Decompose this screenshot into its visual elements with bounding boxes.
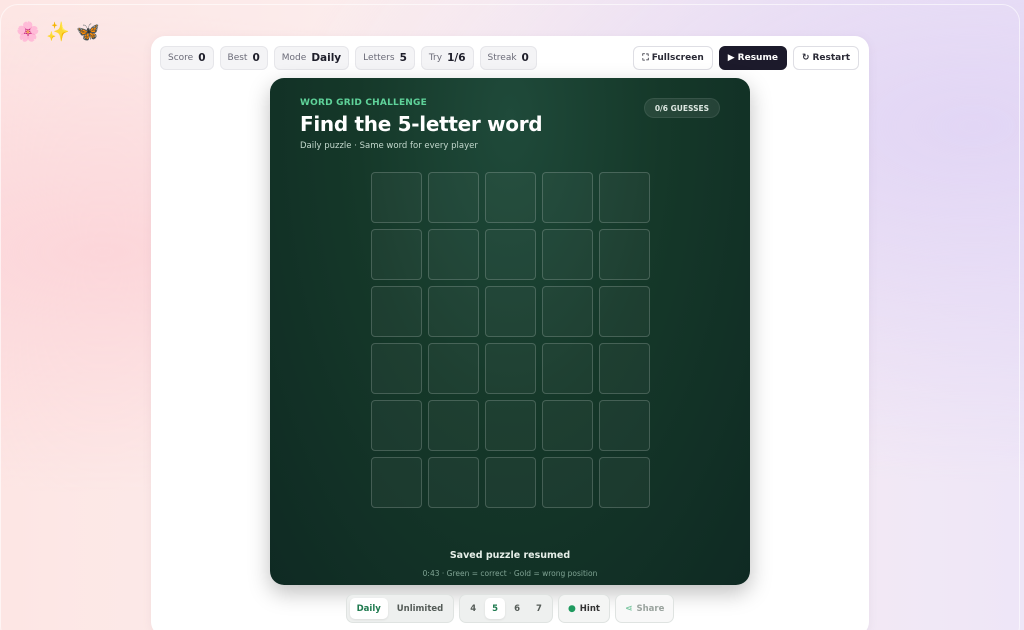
grid-cell (599, 286, 650, 337)
length-6[interactable]: 6 (507, 598, 527, 619)
length-5[interactable]: 5 (485, 598, 506, 619)
grid-cell (485, 457, 536, 508)
game-card: Score 0 Best 0 Mode Daily Letters 5 Try 1/6 S… (151, 36, 869, 630)
top-bar: Score 0 Best 0 Mode Daily Letters 5 Try 1/6 S… (160, 46, 859, 70)
share-icon: ⋖ (624, 603, 633, 614)
bulb-icon: ● (567, 603, 576, 614)
length-4[interactable]: 4 (463, 598, 483, 619)
bottom-controls: Daily Unlimited 4 5 6 7 ● Hint ⋖ Share (151, 594, 869, 623)
grid-cell (428, 172, 479, 223)
grid-cell (371, 343, 422, 394)
letter-grid[interactable] (371, 172, 650, 508)
grid-cell (542, 400, 593, 451)
share-button[interactable]: ⋖ Share (614, 594, 675, 623)
mode-unlimited[interactable]: Unlimited (390, 598, 450, 619)
board-kicker: WORD GRID CHALLENGE (300, 98, 427, 108)
grid-cell (428, 400, 479, 451)
grid-cell (428, 229, 479, 280)
play-icon: ▶ (727, 53, 735, 63)
hint-button[interactable]: ● Hint (557, 594, 610, 623)
grid-cell (542, 343, 593, 394)
legend-text: 0:43 · Green = correct · Gold = wrong po… (422, 569, 598, 578)
grid-cell (371, 286, 422, 337)
restart-button[interactable]: ↻ Restart (792, 46, 859, 70)
grid-cell (371, 229, 422, 280)
grid-cell (542, 229, 593, 280)
grid-cell (599, 343, 650, 394)
stats-bar: Score 0 Best 0 Mode Daily Letters 5 Try 1/6 S… (160, 46, 537, 70)
grid-cell (428, 457, 479, 508)
length-toggle: 4 5 6 7 (459, 594, 553, 623)
stat-best: Best 0 (219, 46, 268, 70)
grid-cell (485, 286, 536, 337)
stat-score: Score 0 (160, 46, 214, 70)
fullscreen-icon: ⛶ (642, 53, 649, 63)
mode-toggle: Daily Unlimited (345, 594, 455, 623)
grid-cell (542, 457, 593, 508)
stat-mode: Mode Daily (273, 46, 350, 70)
flower-icon: 🌸 (16, 21, 40, 43)
grid-cell (485, 400, 536, 451)
game-board: WORD GRID CHALLENGE Find the 5-letter wo… (270, 78, 750, 585)
grid-cell (428, 343, 479, 394)
restart-icon: ↻ (801, 53, 810, 63)
board-subtitle: Daily puzzle · Same word for every playe… (300, 141, 478, 151)
butterfly-icon: 🦋 (76, 21, 100, 43)
sparkles-icon: ✨ (46, 21, 70, 43)
grid-cell (599, 400, 650, 451)
grid-cell (371, 400, 422, 451)
grid-cell (371, 457, 422, 508)
status-message: Saved puzzle resumed (449, 550, 571, 561)
stat-streak: Streak 0 (479, 46, 537, 70)
grid-cell (599, 457, 650, 508)
grid-cell (599, 229, 650, 280)
stat-try: Try 1/6 (420, 46, 474, 70)
grid-cell (371, 172, 422, 223)
guess-counter: 0/6 GUESSES (643, 98, 720, 118)
grid-cell (542, 286, 593, 337)
fullscreen-button[interactable]: ⛶ Fullscreen (633, 46, 713, 70)
resume-button[interactable]: ▶ Resume (718, 46, 787, 70)
action-buttons: ⛶ Fullscreen ▶ Resume ↻ Restart (633, 46, 859, 70)
emoji-bar: 🌸 ✨ 🦋 (16, 20, 100, 44)
grid-cell (428, 286, 479, 337)
mode-daily[interactable]: Daily (349, 598, 388, 619)
length-7[interactable]: 7 (529, 598, 549, 619)
grid-cell (485, 172, 536, 223)
board-title: Find the 5-letter word (300, 112, 543, 136)
grid-cell (485, 343, 536, 394)
grid-cell (599, 172, 650, 223)
stat-letters: Letters 5 (355, 46, 415, 70)
grid-cell (542, 172, 593, 223)
grid-cell (485, 229, 536, 280)
